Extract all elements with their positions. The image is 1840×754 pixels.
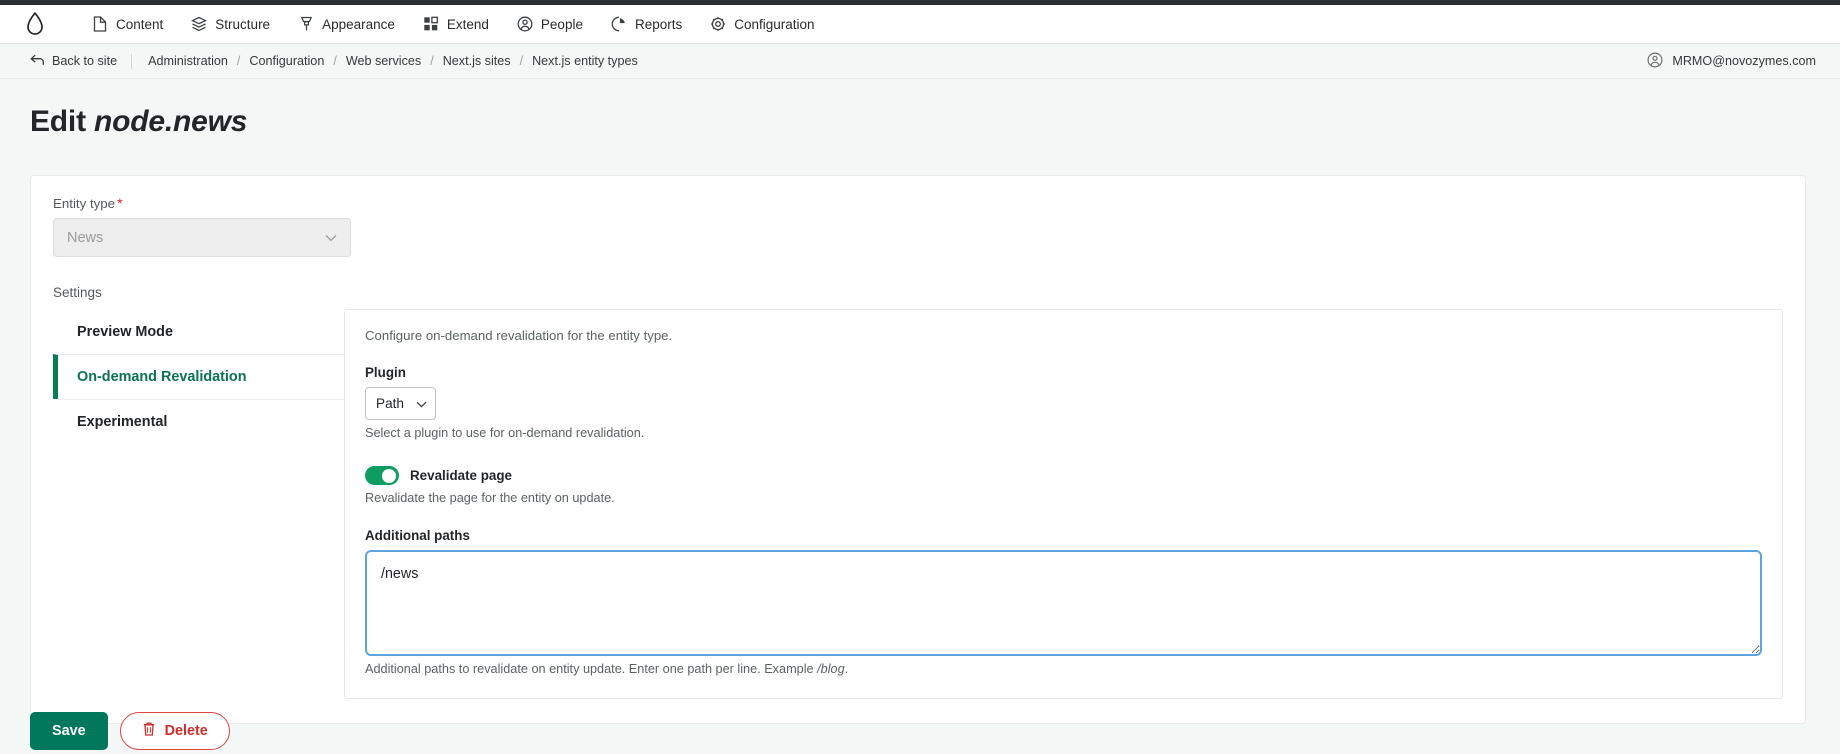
toolbar-item-label: Appearance — [322, 16, 395, 32]
toggle-knob — [382, 468, 396, 483]
account-menu[interactable]: MRMO@novozymes.com — [1647, 51, 1816, 71]
paint-brush-icon — [298, 16, 314, 32]
breadcrumb-item-nextjs-sites[interactable]: Next.js sites — [441, 54, 513, 68]
breadcrumb: Administration / Configuration / Web ser… — [146, 54, 640, 68]
plugin-select[interactable]: Path — [365, 387, 436, 420]
pane-description: Configure on-demand revalidation for the… — [365, 328, 673, 343]
toolbar-item-label: Configuration — [734, 16, 815, 32]
breadcrumb-item-web-services[interactable]: Web services — [344, 54, 423, 68]
required-marker: * — [117, 195, 123, 211]
revalidate-page-row: Revalidate page — [365, 466, 1762, 485]
file-icon — [92, 16, 108, 32]
chevron-down-icon — [325, 230, 337, 246]
breadcrumb-item-configuration[interactable]: Configuration — [247, 54, 326, 68]
revalidate-page-label: Revalidate page — [410, 468, 512, 483]
revalidate-page-help-text: Revalidate the page for the entity on up… — [365, 491, 615, 505]
save-button[interactable]: Save — [30, 712, 108, 750]
page-title-prefix: Edit — [30, 105, 86, 138]
breadcrumb-item-administration[interactable]: Administration — [146, 54, 230, 68]
entity-type-value: News — [67, 229, 104, 246]
toolbar-item-label: Reports — [634, 16, 683, 32]
plugin-label: Plugin — [365, 365, 406, 380]
tab-preview-mode[interactable]: Preview Mode — [53, 309, 344, 354]
pie-chart-icon — [611, 16, 627, 32]
plugin-help-text: Select a plugin to use for on-demand rev… — [365, 426, 645, 440]
breadcrumb-item-nextjs-entity-types[interactable]: Next.js entity types — [530, 54, 640, 68]
account-email: MRMO@novozymes.com — [1672, 54, 1816, 68]
admin-toolbar: Content Structure Appearance Extend Peop… — [0, 5, 1840, 44]
drupal-drop-icon[interactable] — [22, 11, 48, 37]
plugin-value: Path — [376, 396, 404, 411]
breadcrumb-separator: / — [430, 54, 434, 68]
help-plain-text: Additional paths to revalidate on entity… — [365, 662, 818, 676]
entity-type-form-card: Entity type * News Settings Preview Mode… — [30, 175, 1806, 724]
breadcrumb-bar: Back to site Administration / Configurat… — [0, 44, 1840, 79]
blocks-icon — [423, 16, 439, 32]
toolbar-item-configuration[interactable]: Configuration — [696, 5, 828, 44]
trash-icon — [142, 721, 156, 741]
toolbar-item-content[interactable]: Content — [78, 5, 177, 44]
additional-paths-textarea[interactable] — [365, 550, 1762, 656]
tab-experimental[interactable]: Experimental — [53, 399, 344, 444]
chevron-down-icon — [416, 396, 427, 411]
back-to-site-label: Back to site — [52, 54, 118, 68]
toolbar-item-label: Structure — [215, 16, 271, 32]
entity-type-label-text: Entity type — [53, 196, 116, 211]
toolbar-item-label: Content — [116, 16, 164, 32]
additional-paths-label: Additional paths — [365, 528, 470, 543]
help-end-text: . — [844, 662, 849, 676]
revalidate-page-toggle[interactable] — [365, 466, 399, 485]
toolbar-item-people[interactable]: People — [503, 5, 597, 44]
user-circle-icon — [517, 16, 533, 32]
page-title: Edit node.news — [30, 105, 1840, 139]
delete-button[interactable]: Delete — [119, 712, 230, 750]
settings-heading: Settings — [53, 285, 102, 300]
vertical-tabs-nav: Preview Mode On-demand Revalidation Expe… — [53, 309, 344, 444]
toolbar-item-label: People — [540, 16, 583, 32]
additional-paths-help-text: Additional paths to revalidate on entity… — [365, 662, 1762, 676]
toolbar-item-appearance[interactable]: Appearance — [284, 5, 409, 44]
toolbar-item-structure[interactable]: Structure — [177, 5, 284, 44]
form-actions: Save Delete — [30, 712, 230, 750]
on-demand-revalidation-pane: Configure on-demand revalidation for the… — [344, 309, 1783, 699]
back-to-site-link[interactable]: Back to site — [30, 54, 117, 69]
entity-type-select: News — [53, 218, 351, 257]
vertical-tabs: Preview Mode On-demand Revalidation Expe… — [53, 309, 1783, 699]
gear-icon — [710, 16, 726, 32]
breadcrumb-separator: / — [519, 54, 524, 68]
breadcrumb-divider — [131, 53, 133, 69]
user-circle-icon — [1647, 51, 1663, 71]
help-example-path: /blog — [817, 662, 845, 676]
toolbar-item-extend[interactable]: Extend — [409, 5, 503, 44]
toolbar-item-label: Extend — [446, 16, 489, 32]
page-title-emphasis: node.news — [94, 105, 248, 138]
tab-on-demand-revalidation[interactable]: On-demand Revalidation — [53, 354, 344, 399]
toolbar-item-reports[interactable]: Reports — [597, 5, 696, 44]
breadcrumb-separator: / — [236, 54, 241, 68]
arrow-back-icon — [30, 54, 45, 69]
delete-button-label: Delete — [164, 723, 208, 739]
entity-type-label: Entity type * — [53, 196, 1783, 211]
breadcrumb-separator: / — [333, 54, 337, 68]
layers-icon — [191, 16, 208, 32]
